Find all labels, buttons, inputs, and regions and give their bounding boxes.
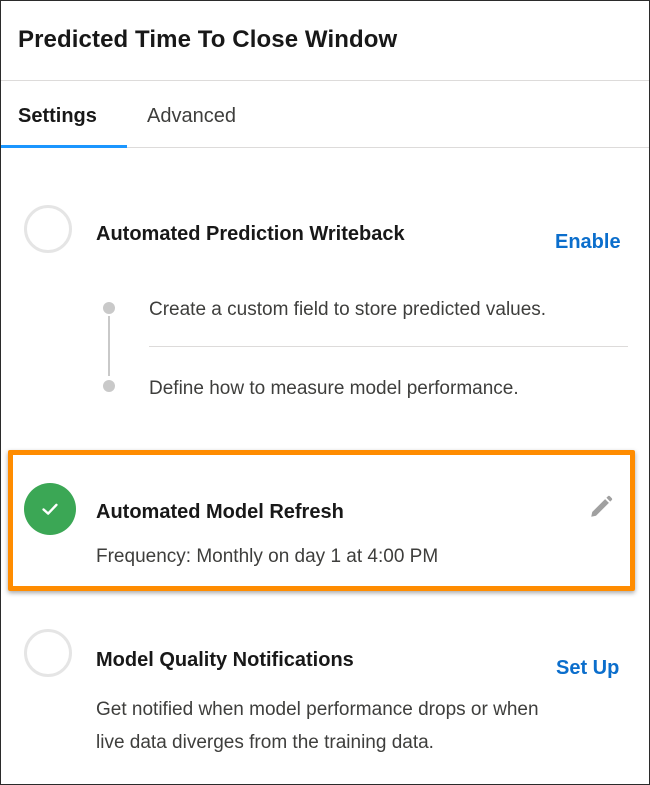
dialog-header: Predicted Time To Close Window bbox=[1, 1, 649, 81]
tab-bar: Settings Advanced bbox=[1, 82, 649, 148]
tab-advanced[interactable]: Advanced bbox=[147, 82, 236, 147]
tab-settings[interactable]: Settings bbox=[1, 82, 127, 148]
substep-divider bbox=[149, 346, 628, 347]
step-status-circle-refresh bbox=[24, 483, 76, 535]
set-up-button[interactable]: Set Up bbox=[556, 657, 619, 680]
substep-dot-1 bbox=[103, 302, 115, 314]
substep-model-performance: Define how to measure model performance. bbox=[149, 378, 519, 399]
step-title-notifications: Model Quality Notifications bbox=[96, 649, 354, 671]
substep-dot-2 bbox=[103, 380, 115, 392]
step-title-writeback: Automated Prediction Writeback bbox=[96, 223, 405, 245]
step-status-circle-notifications bbox=[24, 629, 72, 677]
substep-connector bbox=[108, 316, 110, 376]
dialog-window: Predicted Time To Close Window Settings … bbox=[0, 0, 650, 785]
enable-button[interactable]: Enable bbox=[555, 231, 621, 254]
substep-custom-field: Create a custom field to store predicted… bbox=[149, 299, 547, 320]
step-status-circle-writeback bbox=[24, 205, 72, 253]
step-title-refresh: Automated Model Refresh bbox=[96, 501, 344, 523]
notifications-description-line-2: live data diverges from the training dat… bbox=[96, 732, 434, 753]
check-icon bbox=[42, 503, 58, 515]
notifications-description-line-1: Get notified when model performance drop… bbox=[96, 699, 539, 720]
pencil-icon[interactable] bbox=[588, 494, 614, 520]
page-title: Predicted Time To Close Window bbox=[18, 26, 398, 53]
refresh-frequency: Frequency: Monthly on day 1 at 4:00 PM bbox=[96, 546, 439, 567]
